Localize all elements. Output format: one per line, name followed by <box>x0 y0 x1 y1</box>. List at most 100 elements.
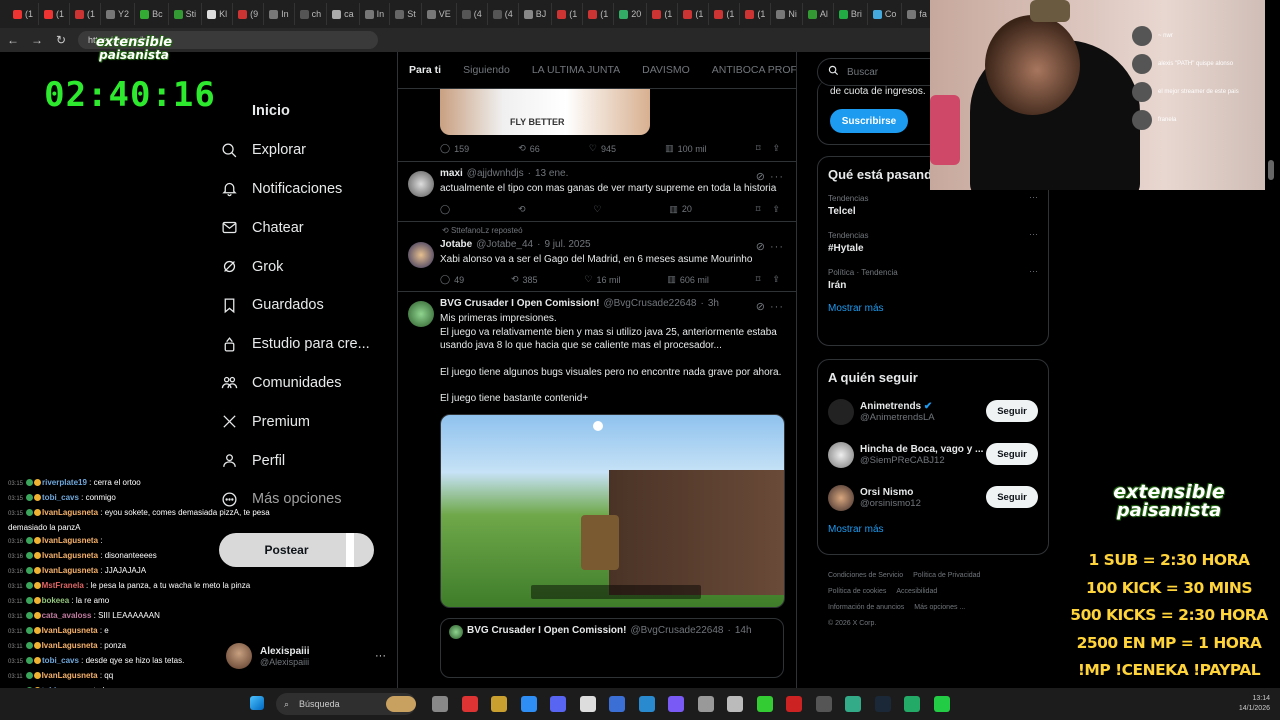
reply-button[interactable]: ◯ <box>440 204 454 215</box>
follow-suggestion[interactable]: Orsi Nismo @orsinismo12 Seguir <box>818 479 1048 522</box>
footer-link[interactable]: Accesibilidad <box>896 588 937 595</box>
share-icon[interactable]: ⇪ <box>772 143 780 154</box>
windows-start-icon[interactable] <box>250 696 264 710</box>
browser-tab[interactable]: Bc <box>135 3 169 25</box>
footer-link[interactable]: Política de cookies <box>828 588 886 595</box>
browser-tab[interactable]: (1 <box>678 3 710 25</box>
views-button[interactable]: ▥ 20 <box>669 204 692 215</box>
scrollbar[interactable] <box>1268 160 1274 180</box>
bookmark-icon[interactable]: ⌑ <box>756 274 761 285</box>
browser-tab[interactable]: (1 <box>552 3 584 25</box>
browser-tab[interactable]: Sti <box>169 3 203 25</box>
tab-antiboca-profesi[interactable]: ANTIBOCA PROFESI <box>701 52 796 89</box>
post-author[interactable]: Jotabe <box>440 239 472 250</box>
chat-username[interactable]: IvanLagusneta <box>42 551 98 560</box>
browser-tab[interactable]: (4 <box>457 3 488 25</box>
post-media-image[interactable] <box>440 413 785 608</box>
quoted-post[interactable]: BVG Crusader I Open Comission! @BvgCrusa… <box>440 617 784 678</box>
browser-tab[interactable]: (1 <box>70 3 102 25</box>
post[interactable]: ⟲ SttefanoLz reposteó Jotabe @Jotabe_44 … <box>398 222 796 292</box>
footer-link[interactable]: Más opciones ... <box>914 604 965 611</box>
reply-button[interactable]: ◯ 49 <box>440 274 464 285</box>
share-icon[interactable]: ⇪ <box>772 274 780 285</box>
browser-tab[interactable]: Co <box>868 3 903 25</box>
taskbar-app-icon[interactable] <box>874 696 891 712</box>
taskbar-app-icon[interactable] <box>520 696 537 712</box>
taskbar-app-icon[interactable] <box>432 696 448 712</box>
taskbar-app-icon[interactable] <box>668 696 684 712</box>
browser-tab[interactable]: fa <box>902 3 930 25</box>
post-handle[interactable]: @BvgCrusade22648 <box>603 298 696 309</box>
sidebar-item-inicio[interactable]: Inicio <box>220 92 400 131</box>
sidebar-item-grok[interactable]: Grok <box>220 247 400 286</box>
sidebar-item-premium[interactable]: Premium <box>220 402 400 441</box>
post-author[interactable]: maxi <box>440 168 463 179</box>
follow-suggestion[interactable]: Animetrends ✔ @AnimetrendsLA Seguir <box>818 393 1048 436</box>
trend-item[interactable]: Política · Tendencia Irán ··· <box>818 264 1048 301</box>
sidebar-item-explorar[interactable]: Explorar <box>220 131 400 170</box>
browser-tab[interactable]: St <box>390 3 422 25</box>
post-handle[interactable]: @ajjdwnhdjs <box>467 168 524 179</box>
repost-button[interactable]: ⟲ <box>518 204 530 215</box>
post-handle[interactable]: @Jotabe_44 <box>476 239 533 250</box>
browser-tab[interactable]: (1 <box>583 3 615 25</box>
repost-button[interactable]: ⟲ 66 <box>518 143 540 154</box>
taskbar-app-icon[interactable] <box>756 696 773 712</box>
taskbar-app-icon[interactable] <box>697 696 714 712</box>
post[interactable]: BVG Crusader I Open Comission! @BvgCrusa… <box>398 292 796 614</box>
footer-link[interactable]: © 2026 X Corp. <box>828 620 876 627</box>
post-author[interactable]: BVG Crusader I Open Comission! <box>440 298 599 309</box>
show-more-link[interactable]: Mostrar más <box>818 522 1048 547</box>
tab-siguiendo[interactable]: Siguiendo <box>452 52 521 89</box>
browser-tab[interactable]: ch <box>295 3 328 25</box>
browser-tab[interactable]: (1 <box>39 3 71 25</box>
post[interactable]: maxi @ajjdwnhdjs · 13 ene. ⊘ ··· actualm… <box>398 162 796 222</box>
more-icon[interactable]: ⊘ ··· <box>756 300 784 313</box>
taskbar-app-icon[interactable] <box>461 696 478 712</box>
browser-tab[interactable]: ca <box>327 3 360 25</box>
sidebar-item-estudio-para-cre[interactable]: Estudio para cre... <box>220 325 400 364</box>
browser-tab[interactable]: VE <box>422 3 457 25</box>
browser-tab[interactable]: In <box>264 3 295 25</box>
footer-link[interactable]: Política de Privacidad <box>913 572 980 579</box>
views-button[interactable]: ▥ 100 mil <box>665 143 707 154</box>
taskbar-app-icon[interactable] <box>815 696 832 712</box>
browser-tab[interactable]: (1 <box>740 3 772 25</box>
chat-username[interactable]: tobi_cavs <box>42 493 79 502</box>
taskbar-app-icon[interactable] <box>638 696 655 712</box>
browser-tab[interactable]: Ni <box>771 3 803 25</box>
follow-button[interactable]: Seguir <box>986 443 1038 465</box>
back-icon[interactable]: ← <box>6 33 20 47</box>
reload-icon[interactable]: ↻ <box>54 33 68 47</box>
footer-link[interactable]: Información de anuncios <box>828 604 904 611</box>
chat-username[interactable]: IvanLagusneta <box>42 626 98 635</box>
sidebar-item-comunidades[interactable]: Comunidades <box>220 364 400 403</box>
bookmark-icon[interactable]: ⌑ <box>756 143 761 154</box>
post-time[interactable]: 3h <box>708 298 719 309</box>
browser-tab[interactable]: (4 <box>488 3 519 25</box>
post-time[interactable]: 9 jul. 2025 <box>544 239 590 250</box>
more-icon[interactable]: ··· <box>1029 266 1038 276</box>
more-icon[interactable]: ··· <box>375 650 386 662</box>
share-icon[interactable]: ⇪ <box>772 204 780 215</box>
chat-username[interactable]: bokeea <box>42 596 70 605</box>
chat-username[interactable]: IvanLagusneta <box>42 566 98 575</box>
chat-username[interactable]: cata_avaloss <box>42 611 92 620</box>
sidebar-item-guardados[interactable]: Guardados <box>220 286 400 325</box>
browser-tab[interactable]: (1 <box>8 3 40 25</box>
views-button[interactable]: ▥ 606 mil <box>667 274 709 285</box>
taskbar-app-icon[interactable] <box>727 696 743 712</box>
bookmark-icon[interactable]: ⌑ <box>756 204 761 215</box>
taskbar-app-icon[interactable] <box>491 696 507 712</box>
follow-button[interactable]: Seguir <box>986 400 1038 422</box>
taskbar-app-icon[interactable] <box>933 696 950 712</box>
reply-button[interactable]: ◯ 159 <box>440 143 469 154</box>
sidebar-item-chatear[interactable]: Chatear <box>220 208 400 247</box>
subscribe-button[interactable]: Suscribirse <box>830 109 908 133</box>
footer-link[interactable]: Condiciones de Servicio <box>828 572 903 579</box>
browser-tab[interactable]: (9 <box>233 3 265 25</box>
show-more-link[interactable]: Mostrar más <box>818 301 1048 326</box>
browser-tab[interactable]: In <box>360 3 391 25</box>
chat-username[interactable]: IvanLagusneta <box>42 641 98 650</box>
taskbar-app-icon[interactable] <box>579 696 596 712</box>
